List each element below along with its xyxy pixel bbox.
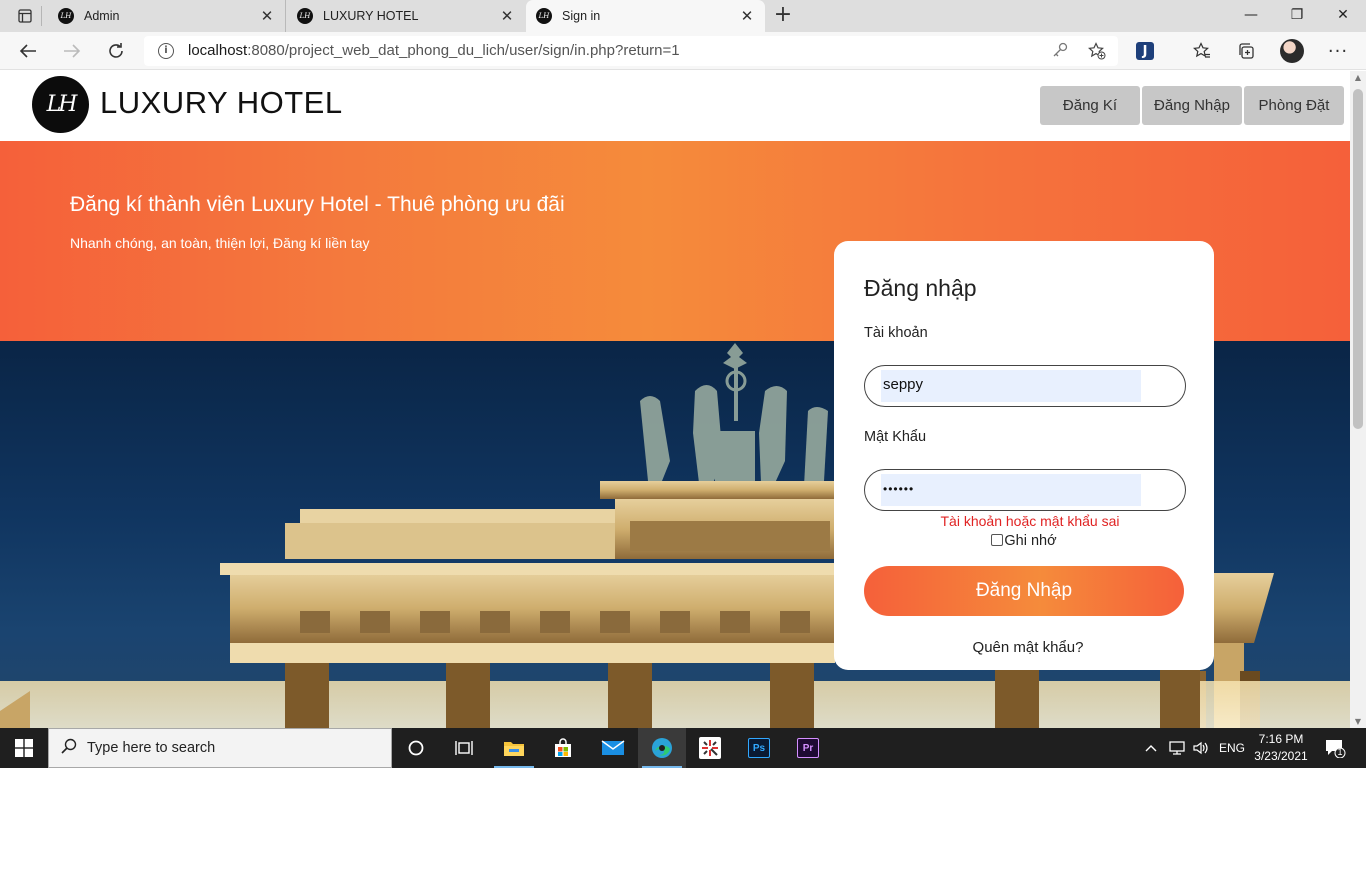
- username-label: Tài khoản: [864, 325, 928, 341]
- start-icon[interactable]: [0, 728, 48, 768]
- login-card: Đăng nhập Tài khoản seppy Mật Khẩu •••••…: [834, 241, 1214, 670]
- address-bar[interactable]: i localhost:8080/project_web_dat_phong_d…: [144, 36, 1118, 66]
- windows-taskbar: Type here to search Ps Pr ENG 7:16 PM 3/…: [0, 728, 1366, 768]
- back-icon[interactable]: [14, 37, 42, 65]
- remember-me[interactable]: Ghi nhớ: [834, 533, 1214, 549]
- notification-center-icon[interactable]: 1: [1324, 728, 1346, 768]
- favicon-icon: LH: [58, 8, 74, 24]
- tab-title: LUXURY HOTEL: [323, 9, 419, 23]
- booked-rooms-button[interactable]: Phòng Đặt: [1244, 86, 1344, 125]
- refresh-icon[interactable]: [102, 37, 130, 65]
- page-viewport: LH LUXURY HOTEL Đăng Kí Đăng Nhập Phòng …: [0, 71, 1350, 728]
- site-header: LH LUXURY HOTEL Đăng Kí Đăng Nhập Phòng …: [0, 71, 1350, 141]
- tab-actions-icon[interactable]: [8, 6, 42, 26]
- tab-close-icon[interactable]: ✕: [499, 7, 515, 25]
- notification-count: 1: [1337, 747, 1343, 757]
- username-field[interactable]: seppy: [864, 365, 1186, 407]
- username-value[interactable]: seppy: [881, 370, 1141, 402]
- file-explorer-icon[interactable]: [490, 728, 538, 768]
- favicon-icon: LH: [536, 8, 552, 24]
- url-host: localhost: [188, 42, 248, 59]
- login-title: Đăng nhập: [864, 275, 977, 301]
- taskbar-clock[interactable]: 7:16 PM 3/23/2021: [1248, 731, 1314, 765]
- info-icon[interactable]: i: [158, 43, 174, 59]
- key-icon[interactable]: [1052, 42, 1068, 62]
- brand-name[interactable]: LUXURY HOTEL: [100, 85, 343, 121]
- tab-luxury-hotel[interactable]: LH LUXURY HOTEL ✕: [287, 0, 525, 32]
- scroll-down-icon[interactable]: ▼: [1350, 717, 1366, 726]
- volume-icon[interactable]: [1192, 728, 1210, 768]
- login-error-message: Tài khoản hoặc mật khẩu sai: [940, 513, 1120, 529]
- task-view-icon[interactable]: [440, 728, 488, 768]
- snip-icon[interactable]: [686, 728, 734, 768]
- tab-close-icon[interactable]: ✕: [259, 7, 275, 25]
- register-button[interactable]: Đăng Kí: [1040, 86, 1140, 125]
- store-icon[interactable]: [539, 728, 587, 768]
- edge-icon[interactable]: [638, 728, 686, 768]
- add-favorite-icon[interactable]: [1088, 42, 1106, 64]
- scroll-up-icon[interactable]: ▲: [1350, 73, 1366, 82]
- tab-admin[interactable]: LH Admin ✕: [48, 0, 286, 32]
- clock-date: 3/23/2021: [1254, 749, 1308, 763]
- url-path: :8080/project_web_dat_phong_du_lich/user…: [247, 42, 680, 59]
- password-label: Mật Khẩu: [864, 429, 927, 445]
- close-window-button[interactable]: ✕: [1320, 0, 1366, 30]
- scroll-thumb[interactable]: [1353, 89, 1363, 429]
- input-language[interactable]: ENG: [1219, 728, 1245, 768]
- login-submit-button[interactable]: Đăng Nhập: [864, 566, 1184, 616]
- show-hidden-icons[interactable]: [1144, 728, 1158, 768]
- password-field[interactable]: ••••••: [864, 469, 1186, 511]
- search-icon: [61, 738, 77, 758]
- tab-sign-in[interactable]: LH Sign in ✕: [526, 0, 765, 32]
- remember-label[interactable]: Ghi nhớ: [1004, 533, 1056, 549]
- premiere-icon[interactable]: Pr: [784, 728, 832, 768]
- cortana-icon[interactable]: [392, 728, 440, 768]
- favorites-icon[interactable]: [1189, 38, 1215, 64]
- search-placeholder[interactable]: Type here to search: [87, 740, 215, 756]
- active-indicator: [494, 766, 534, 768]
- remember-checkbox[interactable]: [991, 534, 1004, 546]
- tab-title: Sign in: [562, 9, 601, 23]
- login-nav-button[interactable]: Đăng Nhập: [1142, 86, 1242, 125]
- new-tab-button[interactable]: +: [772, 4, 794, 28]
- hero-subtitle: Nhanh chóng, an toàn, thiện lợi, Đăng kí…: [70, 235, 370, 251]
- browser-toolbar: i localhost:8080/project_web_dat_phong_d…: [0, 32, 1366, 70]
- tab-title: Admin: [84, 9, 120, 23]
- restore-button[interactable]: ❐: [1274, 0, 1320, 30]
- desktop-screen: LH Admin ✕ LH LUXURY HOTEL ✕ LH Sign in …: [0, 0, 1366, 768]
- profile-icon[interactable]: [1280, 39, 1304, 63]
- network-icon[interactable]: [1168, 728, 1186, 768]
- photoshop-icon[interactable]: Ps: [735, 728, 783, 768]
- forgot-password-link[interactable]: Quên mật khẩu?: [834, 639, 1214, 656]
- tab-close-icon[interactable]: ✕: [739, 7, 755, 25]
- extension-icon[interactable]: J: [1136, 42, 1154, 60]
- taskbar-search[interactable]: Type here to search: [48, 728, 392, 768]
- clock-time: 7:16 PM: [1258, 732, 1304, 746]
- minimize-button[interactable]: —: [1228, 0, 1274, 30]
- more-icon[interactable]: ···: [1325, 38, 1351, 64]
- hero-title: Đăng kí thành viên Luxury Hotel - Thuê p…: [70, 193, 565, 216]
- page-scrollbar[interactable]: ▲ ▼: [1350, 71, 1366, 728]
- password-value[interactable]: ••••••: [881, 474, 1141, 506]
- collections-icon[interactable]: [1233, 38, 1259, 64]
- photoshop-label: Ps: [748, 738, 770, 758]
- browser-tab-strip: LH Admin ✕ LH LUXURY HOTEL ✕ LH Sign in …: [0, 0, 1366, 32]
- premiere-label: Pr: [797, 738, 819, 758]
- favicon-icon: LH: [297, 8, 313, 24]
- url-text[interactable]: localhost:8080/project_web_dat_phong_du_…: [188, 42, 680, 59]
- logo-icon[interactable]: LH: [32, 76, 89, 133]
- active-indicator: [642, 766, 682, 768]
- mail-icon[interactable]: [589, 728, 637, 768]
- forward-icon[interactable]: [58, 37, 86, 65]
